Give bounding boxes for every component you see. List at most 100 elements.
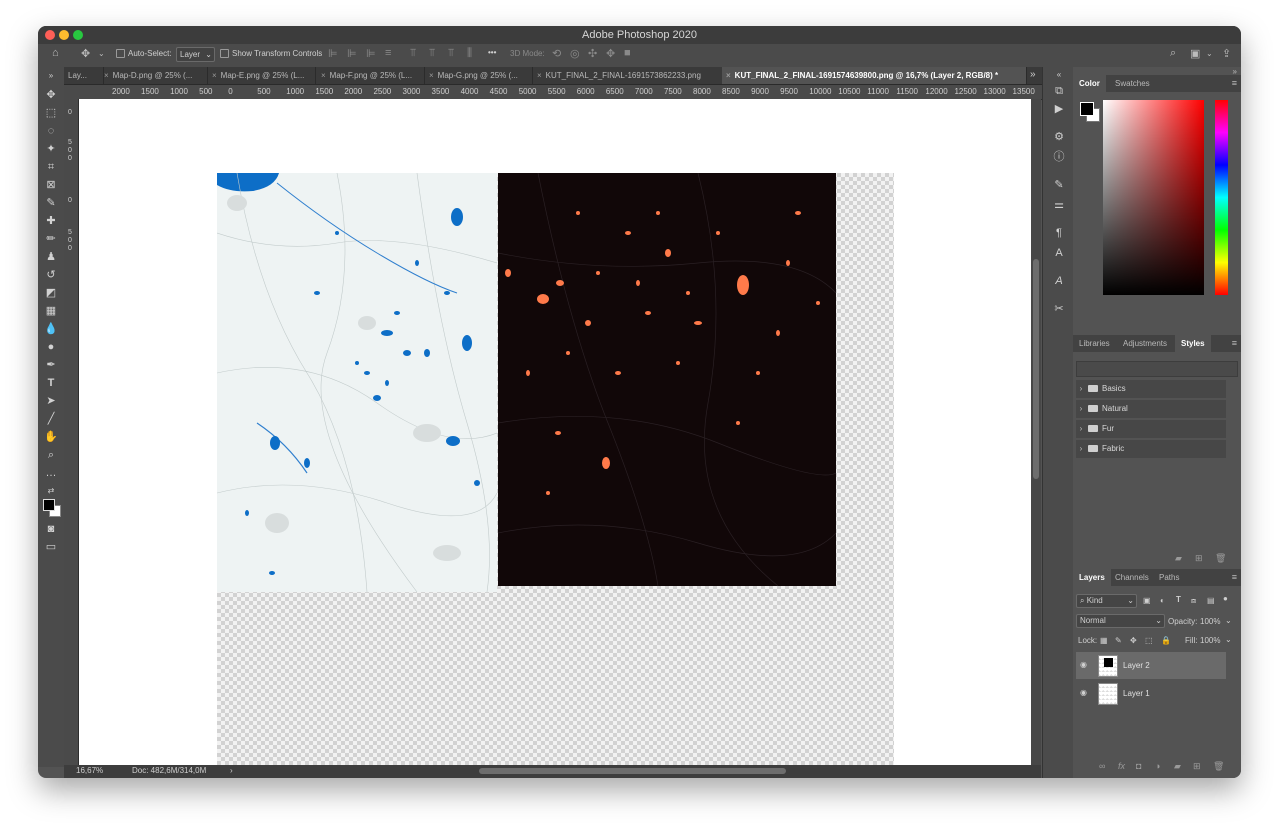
- 3d-pan-icon[interactable]: ✣: [588, 47, 597, 60]
- marquee-tool-icon[interactable]: ⬚: [42, 105, 60, 121]
- screen-mode-icon[interactable]: ▭: [42, 539, 60, 555]
- pen-tool-icon[interactable]: ✒: [42, 357, 60, 373]
- hand-tool-icon[interactable]: ✋: [42, 429, 60, 445]
- tool-presets-icon[interactable]: ✂: [1051, 301, 1067, 317]
- frame-tool-icon[interactable]: ⊠: [42, 177, 60, 193]
- tab-libraries[interactable]: Libraries: [1073, 335, 1116, 352]
- more-options-button[interactable]: •••: [488, 48, 496, 57]
- tab-layers[interactable]: Lay...: [64, 67, 104, 84]
- close-icon[interactable]: ×: [726, 71, 731, 80]
- link-layers-icon[interactable]: ∞: [1099, 761, 1105, 771]
- show-transform-controls-checkbox[interactable]: Show Transform Controls: [220, 49, 322, 59]
- align-left-icon[interactable]: ⊫: [328, 47, 338, 60]
- adjustment-layer-icon[interactable]: ◑: [1155, 761, 1160, 771]
- auto-select-dropdown[interactable]: Layer ⌄: [176, 47, 215, 62]
- filter-smart-icon[interactable]: ▤: [1207, 596, 1215, 605]
- status-menu-arrow[interactable]: ›: [230, 766, 233, 775]
- eyedropper-tool-icon[interactable]: ✎: [42, 195, 60, 211]
- eye-icon[interactable]: ◉: [1080, 660, 1087, 669]
- layer-row-layer-1[interactable]: ◉ Layer 1: [1076, 680, 1226, 707]
- lock-all-icon[interactable]: 🔒: [1161, 636, 1171, 645]
- tab-map-e[interactable]: × Map-E.png @ 25% (L...: [208, 67, 316, 84]
- chevron-down-icon[interactable]: ⌄: [1206, 49, 1213, 58]
- tab-swatches[interactable]: Swatches: [1109, 75, 1156, 92]
- stamp-tool-icon[interactable]: ♟: [42, 249, 60, 265]
- style-folder-fabric[interactable]: › Fabric: [1076, 440, 1226, 458]
- history-icon[interactable]: ⧉: [1051, 83, 1067, 99]
- filter-adjustment-icon[interactable]: ◐: [1160, 596, 1165, 605]
- lock-artboard-icon[interactable]: ⬚: [1145, 636, 1153, 645]
- eye-icon[interactable]: ◉: [1080, 688, 1087, 697]
- blur-tool-icon[interactable]: 💧: [42, 321, 60, 337]
- foreground-color-swatch[interactable]: [1080, 102, 1094, 116]
- move-icon[interactable]: ✥: [81, 47, 90, 60]
- style-folder-natural[interactable]: › Natural: [1076, 400, 1226, 418]
- glyphs-icon[interactable]: A: [1051, 273, 1067, 289]
- vertical-scrollbar[interactable]: [1031, 99, 1041, 765]
- fill-value[interactable]: 100%: [1200, 636, 1220, 645]
- share-icon[interactable]: ⇪: [1222, 47, 1231, 60]
- chevron-down-icon[interactable]: ⌄: [1225, 616, 1232, 625]
- magic-wand-tool-icon[interactable]: ✦: [42, 141, 60, 157]
- panel-menu-icon[interactable]: ≡: [1232, 338, 1237, 348]
- filter-toggle-icon[interactable]: ●: [1223, 594, 1228, 603]
- tab-paths[interactable]: Paths: [1153, 569, 1185, 586]
- layer-kind-filter[interactable]: ⌕ Kind ⌄: [1076, 594, 1137, 608]
- close-icon[interactable]: ×: [321, 71, 326, 80]
- fx-icon[interactable]: fx: [1118, 761, 1125, 771]
- add-mask-icon[interactable]: ◘: [1136, 761, 1141, 771]
- folder-icon[interactable]: ▰: [1174, 761, 1181, 772]
- play-icon[interactable]: ▶: [1051, 101, 1067, 117]
- foreground-color-swatch[interactable]: [43, 499, 55, 511]
- panel-menu-icon[interactable]: ≡: [1232, 572, 1237, 582]
- more-tabs-icon[interactable]: »: [1030, 69, 1036, 80]
- collapse-icon[interactable]: »: [42, 71, 60, 81]
- lock-brush-icon[interactable]: ✎: [1115, 636, 1122, 645]
- chevron-down-icon[interactable]: ⌄: [1225, 635, 1232, 644]
- horizontal-scrollbar-thumb[interactable]: [479, 768, 786, 774]
- tab-layers-panel[interactable]: Layers: [1073, 569, 1111, 586]
- vertical-scrollbar-thumb[interactable]: [1033, 259, 1039, 479]
- gradient-tool-icon[interactable]: ▦: [42, 303, 60, 319]
- tab-styles[interactable]: Styles: [1175, 335, 1211, 352]
- close-icon[interactable]: ×: [429, 71, 434, 80]
- 3d-slide-icon[interactable]: ✥: [606, 47, 615, 60]
- lasso-tool-icon[interactable]: ◌: [42, 123, 60, 139]
- trash-icon[interactable]: 🗑: [1215, 553, 1226, 564]
- workspace-icon[interactable]: ▣: [1190, 47, 1200, 60]
- tab-kut-final-2[interactable]: × KUT_FINAL_2_FINAL-1691574639800.png @ 1…: [722, 67, 1027, 84]
- style-folder-basics[interactable]: › Basics: [1076, 380, 1226, 398]
- close-icon[interactable]: ×: [212, 71, 217, 80]
- info-icon[interactable]: ⓘ: [1051, 149, 1067, 165]
- properties-icon[interactable]: ⚌: [1051, 197, 1067, 213]
- home-icon[interactable]: ⌂: [52, 47, 59, 59]
- zoom-level[interactable]: 16,67%: [76, 766, 103, 775]
- align-middle-icon[interactable]: ⫪: [429, 47, 435, 60]
- tab-map-g[interactable]: × Map-G.png @ 25% (...: [425, 67, 533, 84]
- filter-type-icon[interactable]: T: [1176, 595, 1181, 604]
- new-group-folder-icon[interactable]: ▰: [1175, 553, 1182, 564]
- 3d-orbit-icon[interactable]: ⟲: [552, 47, 561, 60]
- color-spectrum[interactable]: [1103, 100, 1204, 295]
- close-icon[interactable]: ×: [104, 71, 109, 80]
- brush-settings-icon[interactable]: ✎: [1051, 177, 1067, 193]
- tab-color[interactable]: Color: [1073, 75, 1106, 92]
- line-tool-icon[interactable]: ╱: [42, 411, 60, 427]
- move-tool-icon[interactable]: ✥: [42, 87, 60, 103]
- tab-map-f[interactable]: × Map-F.png @ 25% (L...: [317, 67, 425, 84]
- new-style-icon[interactable]: ⊞: [1195, 553, 1203, 564]
- character-icon[interactable]: A: [1051, 245, 1067, 261]
- align-right-icon[interactable]: ⊫: [366, 47, 376, 60]
- filter-shape-icon[interactable]: ⧈: [1191, 596, 1196, 606]
- tab-kut-final-1[interactable]: × KUT_FINAL_2_FINAL-1691573862233.png: [533, 67, 723, 84]
- auto-select-checkbox[interactable]: Auto-Select:: [116, 49, 172, 59]
- search-icon[interactable]: ⌕: [1170, 47, 1176, 60]
- path-select-tool-icon[interactable]: ➤: [42, 393, 60, 409]
- align-top-icon[interactable]: ⫪: [410, 47, 416, 60]
- canvas-area[interactable]: [79, 99, 1031, 765]
- 3d-scale-icon[interactable]: ■: [624, 47, 631, 59]
- lock-transparent-icon[interactable]: ▦: [1100, 636, 1108, 645]
- panel-menu-icon[interactable]: ≡: [1232, 78, 1237, 88]
- blend-mode-dropdown[interactable]: Normal ⌄: [1076, 614, 1165, 628]
- collapse-icon[interactable]: «: [1051, 67, 1067, 83]
